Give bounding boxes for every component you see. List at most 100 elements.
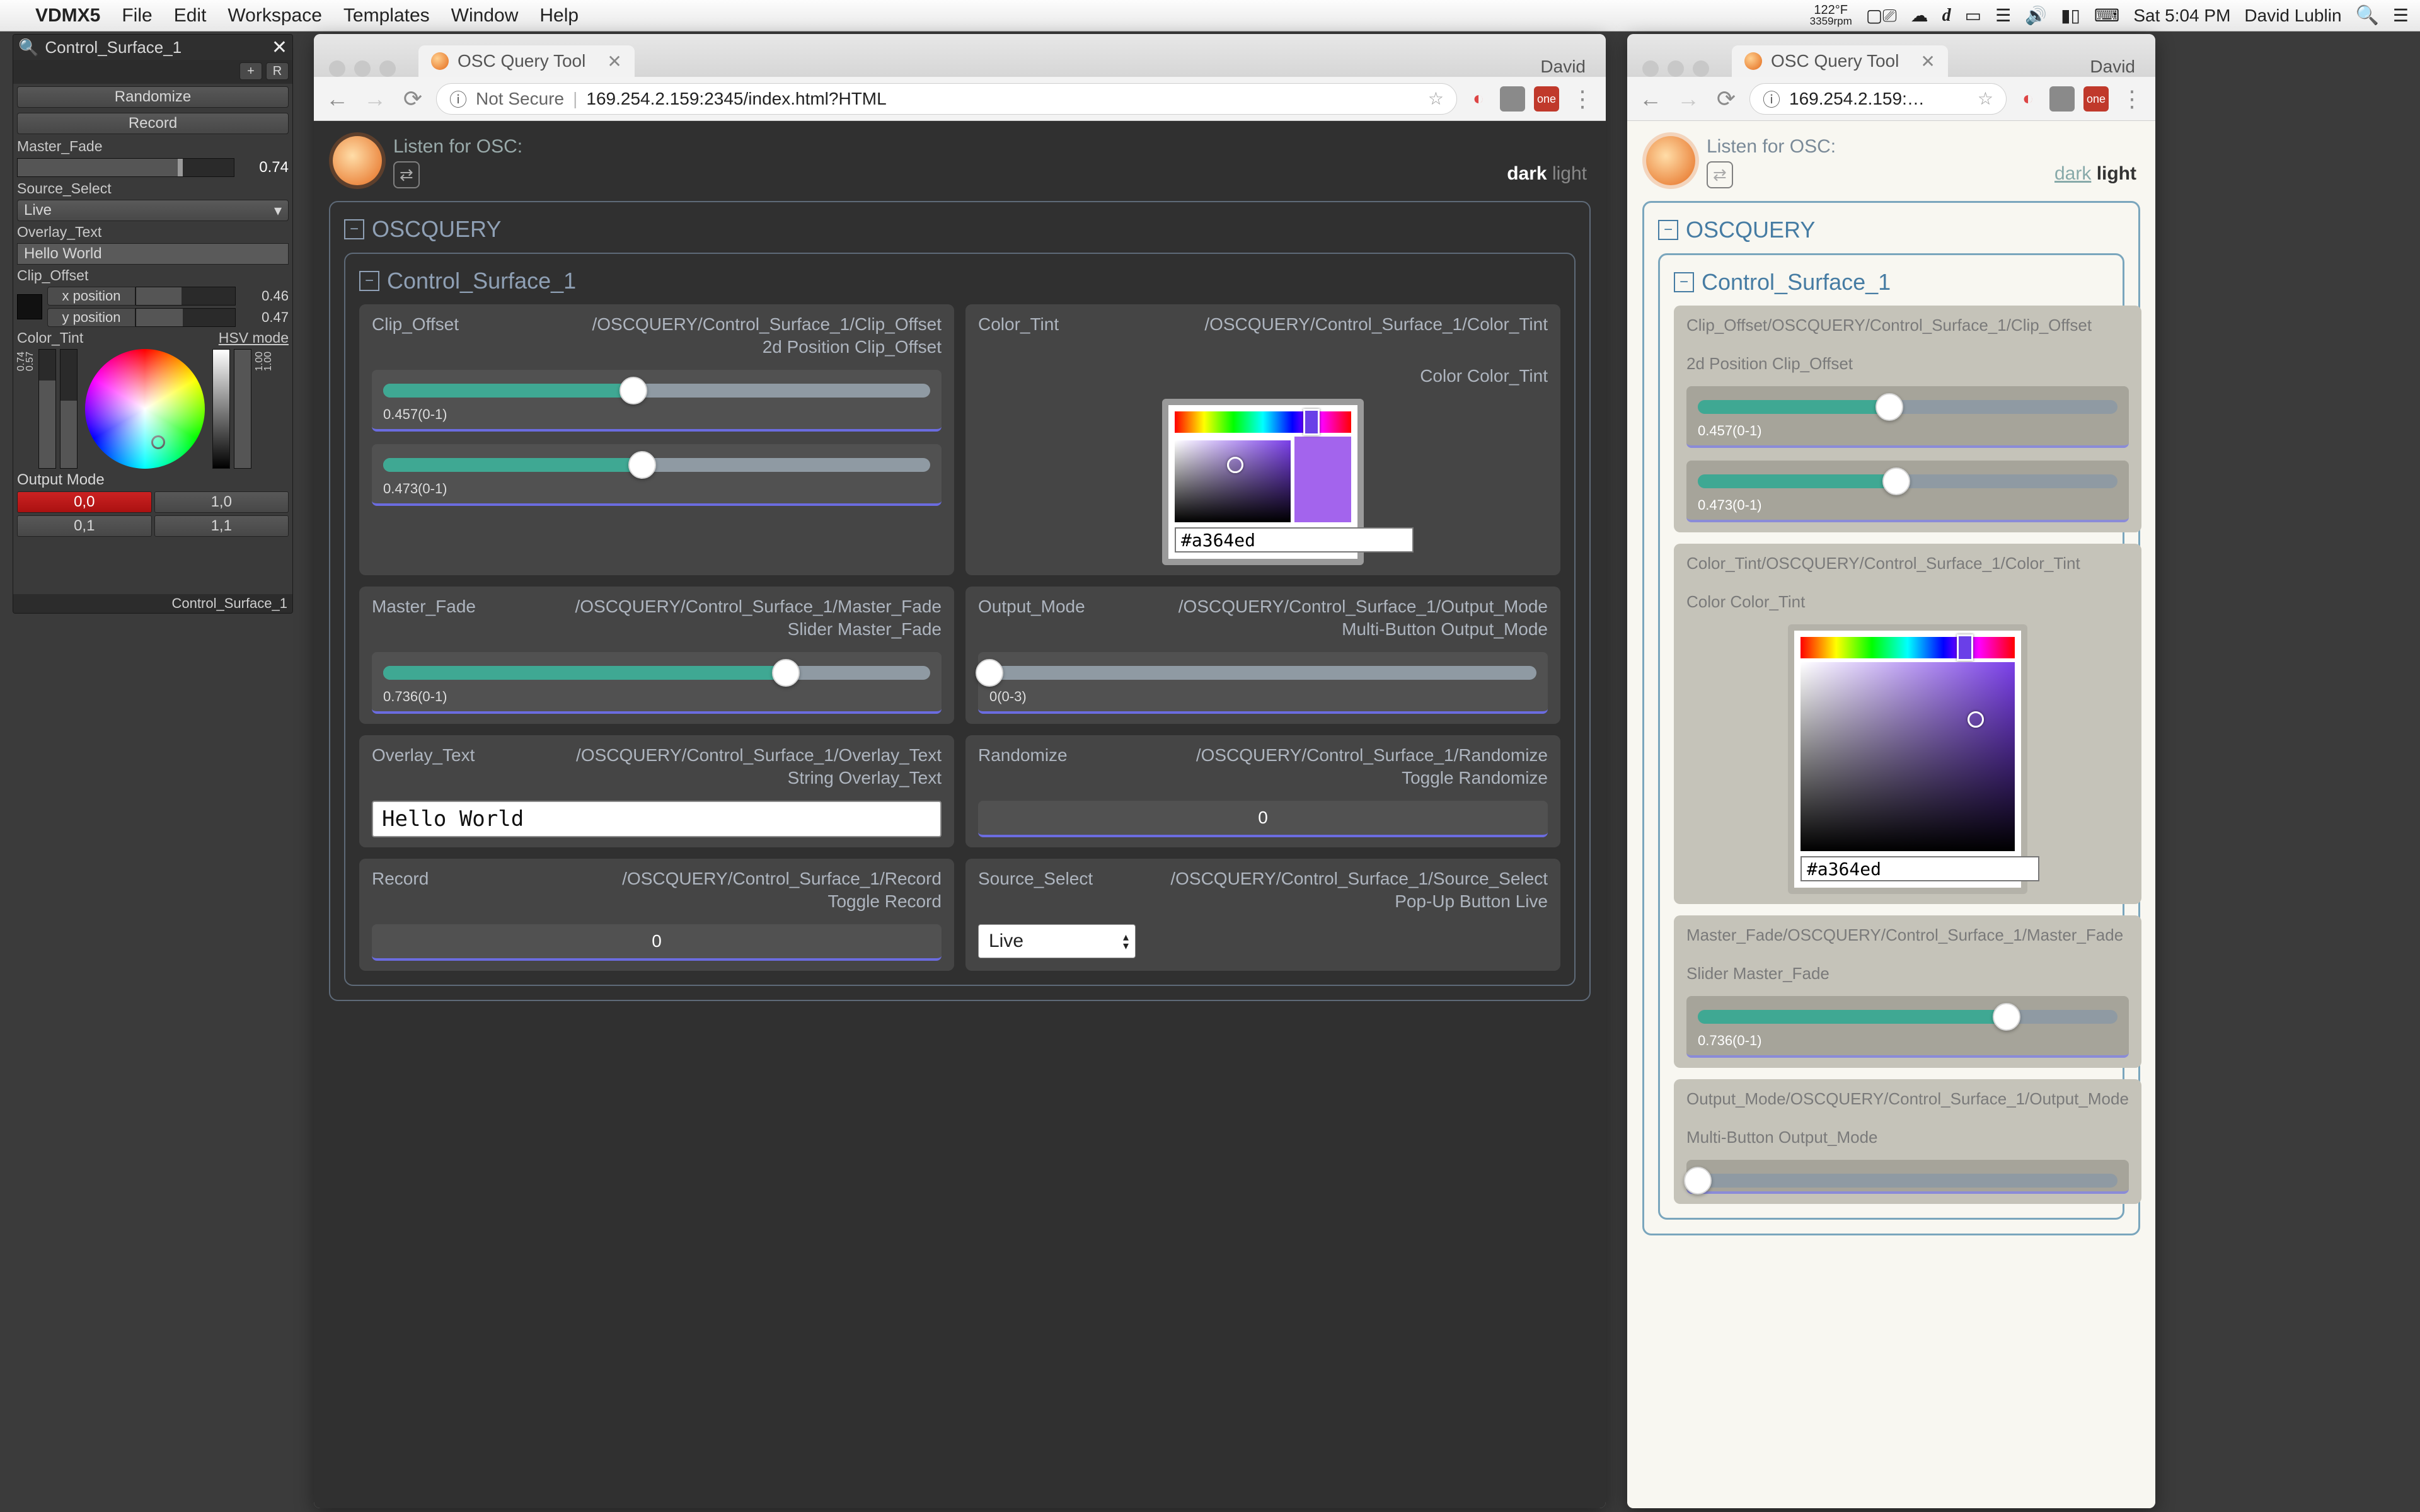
- menu-edit[interactable]: Edit: [174, 5, 207, 26]
- clip-offset-x-slider[interactable]: 0.457(0-1): [372, 370, 942, 432]
- menu-file[interactable]: File: [122, 5, 152, 26]
- record-toggle[interactable]: R: [266, 62, 289, 80]
- mac-menubar: VDMX5 File Edit Workspace Templates Wind…: [0, 0, 2420, 32]
- value-slider[interactable]: [212, 349, 230, 469]
- output-btn-00[interactable]: 0,0: [17, 491, 152, 513]
- sat-slider[interactable]: [60, 349, 78, 469]
- master-fade-slider[interactable]: 0.736(0-1): [1686, 996, 2129, 1058]
- hex-input[interactable]: [1801, 856, 2039, 881]
- menu-templates[interactable]: Templates: [343, 5, 430, 26]
- menu-extras-icon[interactable]: ☰: [2393, 5, 2409, 26]
- master-fade-slider[interactable]: 0.736(0-1): [372, 652, 942, 714]
- alpha-slider[interactable]: [234, 349, 251, 469]
- battery-icon[interactable]: ▮▯: [2061, 5, 2080, 26]
- close-icon[interactable]: ✕: [272, 37, 287, 59]
- add-button[interactable]: +: [239, 62, 262, 80]
- info-icon[interactable]: ⓘ: [449, 86, 467, 112]
- clip-offset-x[interactable]: x position 0.46: [47, 287, 289, 306]
- color-tint-widget[interactable]: 0.74 0.57 1.00 1.00: [17, 349, 289, 469]
- source-select-dropdown[interactable]: Live: [978, 924, 1136, 958]
- collapse-icon[interactable]: −: [1674, 272, 1694, 292]
- user-name[interactable]: David Lublin: [2244, 6, 2341, 26]
- listen-toggle[interactable]: ⇄: [1707, 161, 1733, 188]
- hue-slider[interactable]: [38, 349, 56, 469]
- reload-button[interactable]: ⟳: [1712, 86, 1741, 112]
- clip-offset-y-slider[interactable]: 0.473(0-1): [372, 444, 942, 506]
- url-text: 169.254.2.159:2345/index.html?HTML: [586, 89, 886, 109]
- osc-logo-icon: [333, 136, 382, 185]
- cloud-icon[interactable]: ☁︎: [1911, 5, 1928, 26]
- color-picker[interactable]: [1788, 624, 2027, 894]
- output-mode-slider[interactable]: [1686, 1160, 2129, 1194]
- overflow-menu-icon[interactable]: ⋮: [1568, 86, 1597, 112]
- airplay-icon[interactable]: ▭: [1965, 5, 1981, 26]
- ext-ublock-icon[interactable]: ◐: [1466, 86, 1491, 112]
- ext-badge-icon[interactable]: one: [1534, 86, 1559, 112]
- theme-toggle[interactable]: dark light: [1507, 163, 1587, 188]
- theme-toggle[interactable]: dark light: [2054, 163, 2136, 188]
- source-select-dropdown[interactable]: Live: [17, 200, 289, 221]
- randomize-button[interactable]: Randomize: [17, 86, 289, 108]
- ext-badge-icon[interactable]: one: [2083, 86, 2109, 112]
- address-bar[interactable]: ⓘ Not Secure | 169.254.2.159:2345/index.…: [436, 83, 1457, 115]
- output-mode-slider[interactable]: 0(0-3): [978, 652, 1548, 714]
- overflow-menu-icon[interactable]: ⋮: [2118, 86, 2146, 112]
- clip-offset-swatch[interactable]: [17, 294, 42, 319]
- clip-offset-y[interactable]: y position 0.47: [47, 308, 289, 327]
- address-bar[interactable]: ⓘ 169.254.2.159:… ☆: [1749, 83, 2007, 115]
- reload-button[interactable]: ⟳: [398, 86, 427, 112]
- randomize-toggle[interactable]: 0: [978, 801, 1548, 837]
- close-tab-icon[interactable]: ✕: [607, 51, 621, 72]
- forward-button[interactable]: →: [360, 86, 389, 112]
- ctl-master-fade: Master_Fade/OSCQUERY/Control_Surface_1/M…: [359, 587, 954, 724]
- menu-window[interactable]: Window: [451, 5, 519, 26]
- browser-tab[interactable]: OSC Query Tool ✕: [418, 45, 635, 77]
- record-button[interactable]: Record: [17, 113, 289, 134]
- spotlight-icon[interactable]: 🔍: [2356, 4, 2379, 26]
- listen-toggle[interactable]: ⇄: [393, 161, 420, 188]
- d-icon[interactable]: d: [1942, 6, 1951, 26]
- forward-button[interactable]: →: [1674, 86, 1703, 112]
- profile-name[interactable]: David: [1540, 47, 1597, 77]
- browser-tab[interactable]: OSC Query Tool ✕: [1732, 45, 1948, 77]
- clock[interactable]: Sat 5:04 PM: [2133, 6, 2230, 26]
- color-picker[interactable]: [1162, 399, 1364, 565]
- profile-name[interactable]: David: [2090, 47, 2146, 77]
- overlay-text-input[interactable]: [372, 801, 942, 837]
- ext-generic-icon[interactable]: [1500, 86, 1525, 112]
- input-icon[interactable]: ⌨︎: [2094, 5, 2119, 26]
- volume-icon[interactable]: 🔊: [2025, 5, 2047, 26]
- hsv-mode-link[interactable]: HSV mode: [219, 329, 289, 346]
- output-mode-grid[interactable]: 0,0 1,0 0,1 1,1: [17, 491, 289, 537]
- output-btn-10[interactable]: 1,0: [154, 491, 289, 513]
- menu-workspace[interactable]: Workspace: [228, 5, 322, 26]
- close-tab-icon[interactable]: ✕: [1920, 51, 1935, 72]
- app-name[interactable]: VDMX5: [35, 5, 100, 26]
- record-toggle[interactable]: 0: [372, 924, 942, 961]
- hex-input[interactable]: [1175, 527, 1414, 553]
- output-btn-01[interactable]: 0,1: [17, 515, 152, 537]
- output-btn-11[interactable]: 1,1: [154, 515, 289, 537]
- window-controls[interactable]: [1636, 50, 1719, 77]
- ext-ublock-icon[interactable]: ◐: [2015, 86, 2041, 112]
- temp-widget[interactable]: 122°F3359rpm: [1810, 4, 1852, 27]
- color-wheel[interactable]: [85, 349, 205, 469]
- bookmark-icon[interactable]: ☆: [1428, 88, 1444, 109]
- window-controls[interactable]: [323, 50, 406, 77]
- ext-generic-icon[interactable]: [2049, 86, 2075, 112]
- clip-offset-y-slider[interactable]: 0.473(0-1): [1686, 461, 2129, 522]
- collapse-icon[interactable]: −: [359, 271, 379, 291]
- back-button[interactable]: ←: [1636, 86, 1665, 112]
- collapse-icon[interactable]: −: [1658, 220, 1678, 240]
- collapse-icon[interactable]: −: [344, 219, 364, 239]
- camera-icon[interactable]: ▢⎚: [1866, 5, 1897, 26]
- back-button[interactable]: ←: [323, 86, 352, 112]
- wifi-icon[interactable]: ☰: [1995, 5, 2011, 26]
- menu-help[interactable]: Help: [539, 5, 579, 26]
- search-icon[interactable]: 🔍: [18, 38, 38, 57]
- info-icon[interactable]: ⓘ: [1763, 86, 1780, 112]
- overlay-text-input[interactable]: Hello World: [17, 243, 289, 265]
- clip-offset-x-slider[interactable]: 0.457(0-1): [1686, 386, 2129, 448]
- bookmark-icon[interactable]: ☆: [1978, 88, 1993, 109]
- master-fade-slider[interactable]: 0.74: [17, 158, 289, 178]
